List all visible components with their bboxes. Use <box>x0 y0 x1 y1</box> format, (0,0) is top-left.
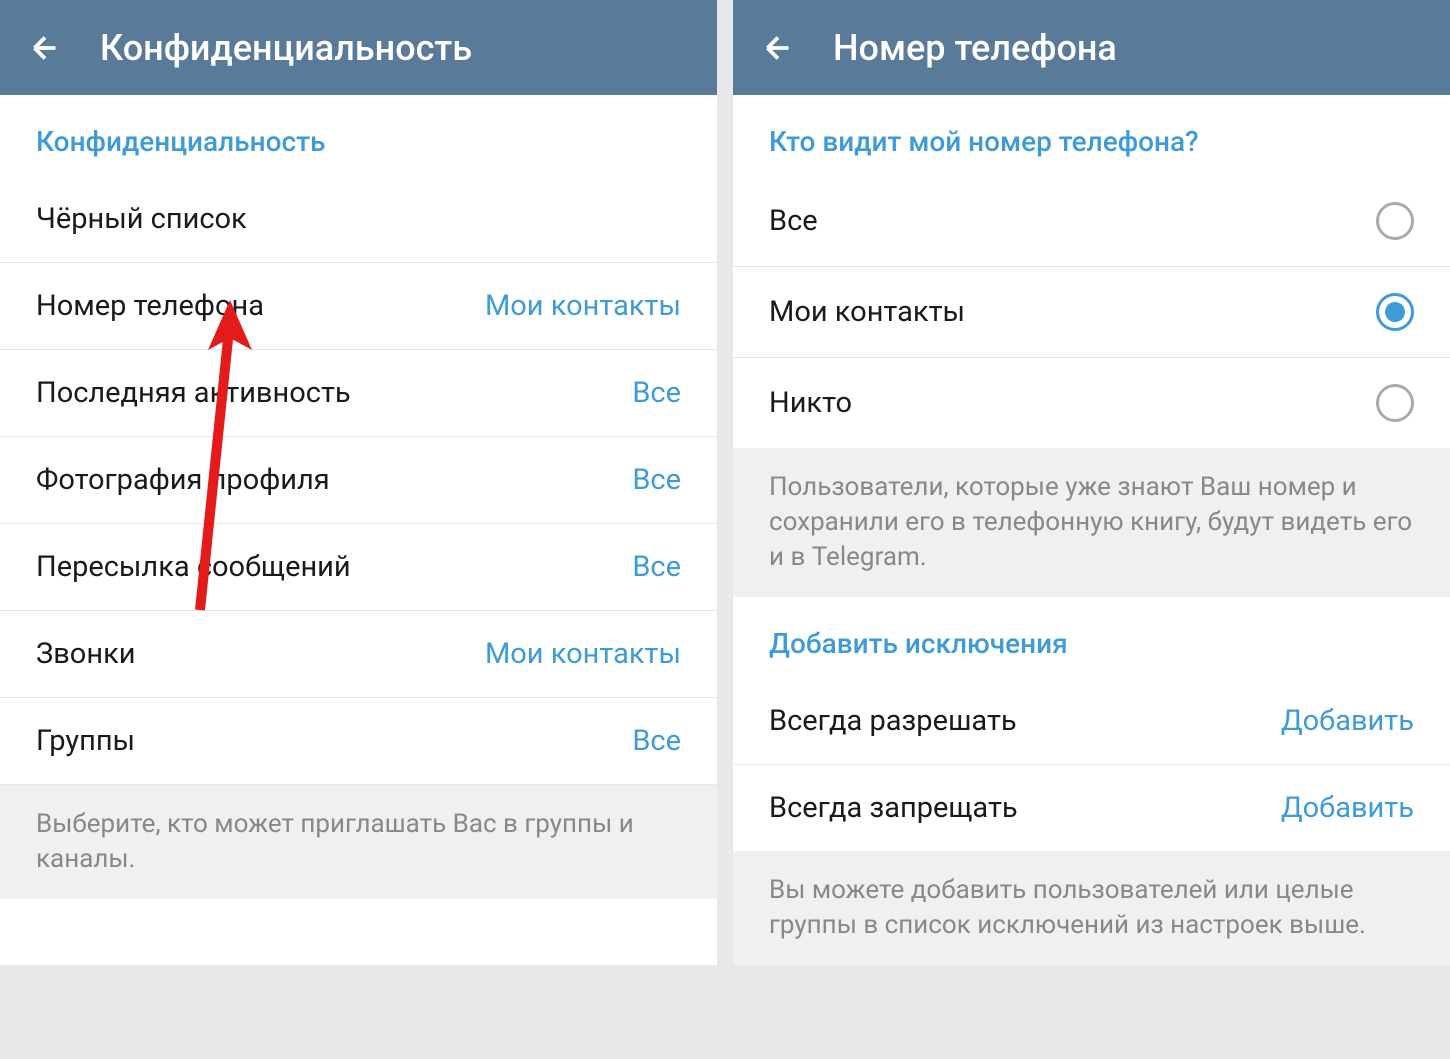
radio-option-contacts[interactable]: Мои контакты <box>733 267 1450 358</box>
row-label: Всегда разрешать <box>769 704 1017 738</box>
row-last-seen[interactable]: Последняя активность Все <box>0 350 717 437</box>
row-forwarded-messages[interactable]: Пересылка сообщений Все <box>0 524 717 611</box>
row-label: Группы <box>36 724 135 758</box>
back-button[interactable] <box>753 23 803 73</box>
row-blacklist[interactable]: Чёрный список <box>0 176 717 263</box>
page-title: Номер телефона <box>833 27 1117 69</box>
row-always-deny[interactable]: Всегда запрещать Добавить <box>733 765 1450 851</box>
radio-icon <box>1376 384 1414 422</box>
row-value: Мои контакты <box>485 637 681 671</box>
radio-icon-selected <box>1376 293 1414 331</box>
option-label: Никто <box>769 386 852 420</box>
row-value: Все <box>632 550 681 584</box>
row-label: Фотография профиля <box>36 463 330 497</box>
row-groups[interactable]: Группы Все <box>0 698 717 785</box>
page-title: Конфиденциальность <box>100 27 472 69</box>
row-always-allow[interactable]: Всегда разрешать Добавить <box>733 678 1450 765</box>
row-profile-photo[interactable]: Фотография профиля Все <box>0 437 717 524</box>
row-action: Добавить <box>1281 791 1414 825</box>
phone-number-screen: Номер телефона Кто видит мой номер телеф… <box>733 0 1450 965</box>
option-label: Все <box>769 204 818 238</box>
section-header-exceptions: Добавить исключения <box>733 597 1450 678</box>
info-phone-visibility: Пользователи, которые уже знают Ваш номе… <box>733 448 1450 597</box>
row-label: Всегда запрещать <box>769 791 1018 825</box>
section-header-who-sees: Кто видит мой номер телефона? <box>733 95 1450 176</box>
header-bar: Конфиденциальность <box>0 0 717 95</box>
row-label: Звонки <box>36 637 135 671</box>
row-value: Все <box>632 463 681 497</box>
back-button[interactable] <box>20 23 70 73</box>
header-bar: Номер телефона <box>733 0 1450 95</box>
row-phone-number[interactable]: Номер телефона Мои контакты <box>0 263 717 350</box>
privacy-screen: Конфиденциальность Конфиденциальность Чё… <box>0 0 717 965</box>
info-exceptions: Вы можете добавить пользователей или цел… <box>733 851 1450 965</box>
row-label: Номер телефона <box>36 289 264 323</box>
info-groups: Выберите, кто может приглашать Вас в гру… <box>0 785 717 899</box>
arrow-left-icon <box>27 30 63 66</box>
row-value: Мои контакты <box>485 289 681 323</box>
row-label: Пересылка сообщений <box>36 550 351 584</box>
row-action: Добавить <box>1281 704 1414 738</box>
row-value: Все <box>632 376 681 410</box>
option-label: Мои контакты <box>769 295 965 329</box>
row-label: Последняя активность <box>36 376 351 410</box>
row-value: Все <box>632 724 681 758</box>
arrow-left-icon <box>760 30 796 66</box>
section-header-privacy: Конфиденциальность <box>0 95 717 176</box>
radio-option-nobody[interactable]: Никто <box>733 358 1450 448</box>
row-label: Чёрный список <box>36 202 247 236</box>
radio-icon <box>1376 202 1414 240</box>
row-calls[interactable]: Звонки Мои контакты <box>0 611 717 698</box>
radio-option-everybody[interactable]: Все <box>733 176 1450 267</box>
